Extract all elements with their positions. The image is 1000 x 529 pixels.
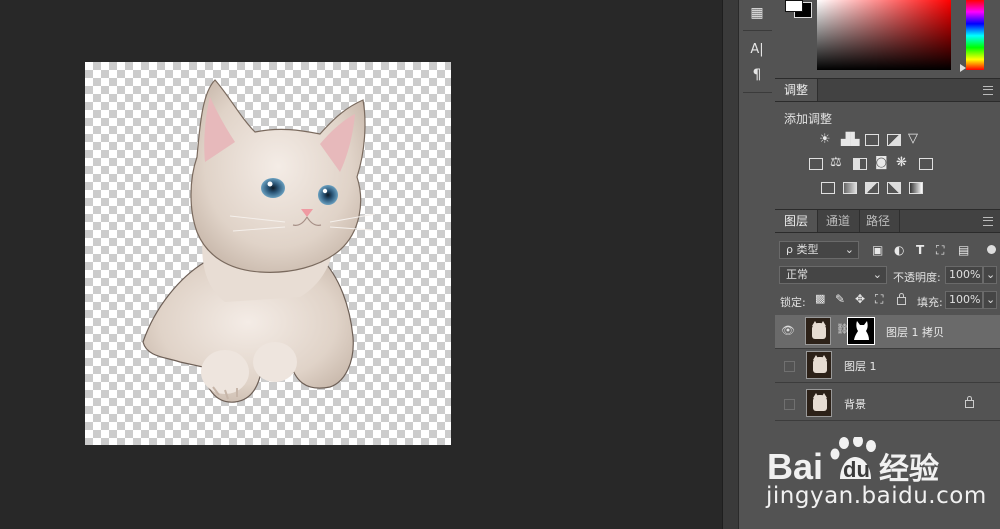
character-icon[interactable]: A| bbox=[745, 39, 769, 61]
layer-name[interactable]: 图层 1 bbox=[844, 358, 877, 374]
exposure-icon[interactable] bbox=[887, 134, 901, 146]
panel-menu-icon[interactable] bbox=[983, 217, 993, 226]
lock-all-icon[interactable] bbox=[897, 293, 906, 305]
hue-slider[interactable] bbox=[966, 0, 984, 70]
layer-thumbnail bbox=[806, 389, 832, 417]
layer-thumbnail bbox=[805, 317, 831, 345]
lock-image-pixels-icon[interactable]: ✎ bbox=[835, 292, 845, 306]
photo-filter-icon[interactable]: ◙ bbox=[875, 156, 888, 170]
visibility-toggle[interactable] bbox=[784, 361, 795, 372]
lock-position-icon[interactable]: ✥ bbox=[855, 292, 865, 306]
hue-saturation-icon[interactable] bbox=[809, 158, 823, 170]
curves-icon[interactable] bbox=[865, 134, 879, 146]
levels-icon[interactable]: ▟▙ bbox=[841, 132, 859, 146]
filter-smart-object-icon[interactable]: ▤ bbox=[958, 243, 969, 257]
invert-icon[interactable] bbox=[821, 182, 835, 194]
color-lookup-icon[interactable] bbox=[919, 158, 933, 170]
opacity-label: 不透明度: bbox=[893, 271, 941, 284]
panel-gutter bbox=[722, 0, 739, 529]
chevron-down-icon: ⌄ bbox=[986, 268, 996, 281]
blend-mode-select[interactable]: 正常 ⌄ bbox=[779, 266, 887, 284]
layer-row[interactable]: 背景 bbox=[775, 387, 1000, 421]
tab-layers[interactable]: 图层 bbox=[775, 210, 819, 232]
baidu-jingyan-logo: Bai du 经验 bbox=[767, 437, 939, 487]
adjustments-tab-bar: 调整 bbox=[775, 78, 1000, 102]
fill-slider-toggle[interactable]: ⌄ bbox=[983, 291, 997, 309]
canvas-area[interactable] bbox=[0, 0, 722, 529]
tab-channels[interactable]: 通道 bbox=[817, 210, 861, 232]
filter-type-icon[interactable]: T bbox=[916, 243, 924, 257]
opacity-input[interactable]: 100% bbox=[945, 266, 983, 284]
black-white-icon[interactable] bbox=[853, 158, 867, 170]
layer-mask-thumbnail[interactable] bbox=[847, 317, 875, 345]
filter-label: ρ 类型 bbox=[786, 243, 819, 256]
channel-mixer-icon[interactable]: ❋ bbox=[896, 156, 907, 170]
foreground-color-swatch[interactable] bbox=[785, 0, 803, 12]
lock-icon bbox=[965, 396, 974, 408]
adjustments-title: 添加调整 bbox=[784, 112, 833, 126]
layer-name[interactable]: 背景 bbox=[844, 396, 866, 412]
color-balance-icon[interactable]: ⚖ bbox=[830, 156, 842, 170]
filter-pixel-icon[interactable]: ▣ bbox=[872, 243, 883, 257]
color-picker-field[interactable] bbox=[817, 0, 951, 70]
layer-name[interactable]: 图层 1 拷贝 bbox=[886, 324, 944, 340]
layer-filter-select[interactable]: ρ 类型 ⌄ bbox=[779, 241, 859, 259]
opacity-slider-toggle[interactable]: ⌄ bbox=[983, 266, 997, 284]
lock-transparent-pixels-icon[interactable]: ▩ bbox=[815, 292, 825, 306]
layers-tab-bar: 图层 通道 路径 bbox=[775, 209, 1000, 233]
chevron-down-icon: ⌄ bbox=[872, 268, 882, 281]
panel-menu-icon[interactable] bbox=[983, 86, 993, 95]
watermark-brand-left: Bai bbox=[767, 446, 823, 487]
watermark-brand-right: 经验 bbox=[879, 452, 939, 487]
layer-row[interactable]: 👁 ⛓ 图层 1 拷贝 bbox=[775, 315, 1000, 349]
eye-icon[interactable]: 👁 bbox=[781, 325, 795, 337]
lock-label: 锁定: bbox=[780, 296, 806, 309]
layer-thumbnail bbox=[806, 351, 832, 379]
gradient-map-icon[interactable] bbox=[909, 182, 923, 194]
blend-mode-value: 正常 bbox=[786, 268, 808, 281]
fill-input[interactable]: 100% bbox=[945, 291, 983, 309]
tab-paths[interactable]: 路径 bbox=[857, 210, 901, 232]
vibrance-icon[interactable]: ▽ bbox=[908, 132, 918, 146]
cat-image-layer bbox=[142, 79, 376, 403]
paragraph-icon[interactable]: ¶ bbox=[745, 64, 769, 86]
chevron-down-icon: ⌄ bbox=[986, 293, 996, 306]
watermark-url: jingyan.baidu.com bbox=[766, 483, 987, 509]
lock-artboard-icon[interactable]: ⛶ bbox=[875, 292, 883, 306]
visibility-toggle[interactable] bbox=[784, 399, 795, 410]
chevron-down-icon: ⌄ bbox=[844, 243, 854, 256]
fill-label: 填充: bbox=[917, 296, 943, 309]
brightness-contrast-icon[interactable]: ☀ bbox=[819, 133, 831, 147]
filter-shape-icon[interactable]: ⛶ bbox=[936, 243, 944, 257]
threshold-icon[interactable] bbox=[865, 182, 879, 194]
selective-color-icon[interactable] bbox=[887, 182, 901, 194]
tab-adjustments[interactable]: 调整 bbox=[775, 79, 819, 101]
watermark-du: du bbox=[843, 457, 870, 482]
document-canvas[interactable] bbox=[85, 62, 451, 445]
layer-row[interactable]: 图层 1 bbox=[775, 349, 1000, 383]
color-panel bbox=[775, 0, 1000, 76]
filter-adjustment-icon[interactable]: ◐ bbox=[894, 243, 904, 257]
properties-icon[interactable]: ▦ bbox=[745, 2, 769, 24]
filter-toggle-icon[interactable] bbox=[987, 245, 996, 254]
posterize-icon[interactable] bbox=[843, 182, 857, 194]
